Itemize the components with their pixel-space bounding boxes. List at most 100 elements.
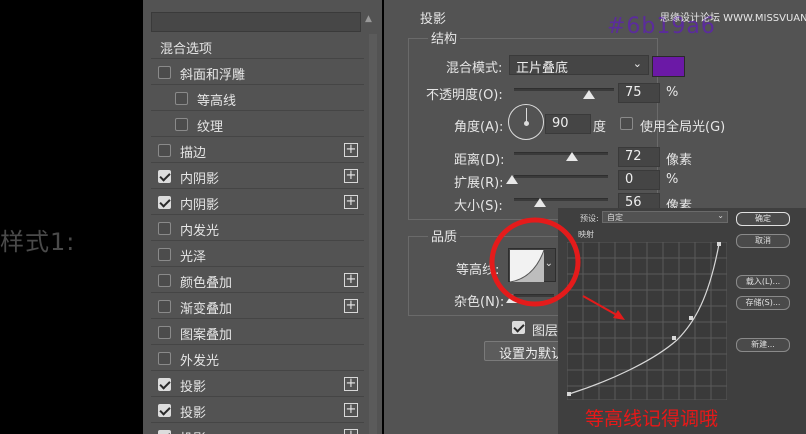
contour-picker[interactable]: ⌄ bbox=[508, 248, 556, 282]
style-checkbox[interactable] bbox=[158, 300, 171, 313]
style-list-header-strip bbox=[151, 12, 361, 32]
add-effect-plus-icon[interactable]: + bbox=[344, 299, 358, 313]
style-checkbox[interactable] bbox=[158, 196, 171, 209]
angle-label: 角度(A): bbox=[454, 120, 504, 135]
scroll-up-arrow-icon[interactable]: ▲ bbox=[365, 14, 372, 24]
style-list-item[interactable]: 内阴影 + bbox=[151, 164, 364, 189]
style-list-item[interactable]: 光泽 bbox=[151, 242, 364, 267]
style-item-label: 渐变叠加 bbox=[180, 302, 233, 317]
quality-title: 品质 bbox=[428, 226, 461, 245]
style-checkbox[interactable] bbox=[158, 248, 171, 261]
style-list-item[interactable]: 内发光 bbox=[151, 216, 364, 241]
distance-label: 距离(D): bbox=[454, 153, 505, 168]
style-list-item[interactable]: 渐变叠加 + bbox=[151, 294, 364, 319]
spread-slider[interactable] bbox=[514, 175, 608, 178]
spread-label: 扩展(R): bbox=[454, 176, 504, 191]
blend-mode-select[interactable]: 正片叠底 ⌄ bbox=[509, 55, 649, 76]
style-item-label: 投影 bbox=[180, 428, 206, 434]
distance-slider-knob[interactable] bbox=[566, 152, 578, 161]
style-list-item[interactable]: 投影 + bbox=[151, 372, 364, 397]
style-item-label: 描边 bbox=[180, 146, 207, 161]
contour-note: 等高线记得调哦 bbox=[585, 408, 719, 430]
contour-label: 等高线: bbox=[456, 263, 500, 278]
size-slider[interactable] bbox=[514, 198, 608, 201]
size-label: 大小(S): bbox=[454, 199, 503, 214]
style-list-item[interactable]: 投影 + bbox=[151, 424, 364, 434]
load-button[interactable]: 载入(L)... bbox=[736, 275, 790, 289]
chevron-down-icon: ⌄ bbox=[544, 258, 553, 269]
add-effect-plus-icon[interactable]: + bbox=[344, 403, 358, 417]
noise-slider-knob[interactable] bbox=[506, 294, 518, 303]
style-list-item[interactable]: 斜面和浮雕 bbox=[151, 60, 364, 85]
shadow-color-swatch[interactable] bbox=[652, 56, 685, 77]
spread-slider-knob[interactable] bbox=[506, 175, 518, 184]
contour-editor-dialog: 预设: 自定 ⌄ 映射 确定 取消 载入(L)... 存储(S)... 新建..… bbox=[558, 208, 806, 434]
style-item-label: 投影 bbox=[180, 380, 207, 395]
opacity-slider[interactable] bbox=[514, 88, 614, 91]
cancel-button[interactable]: 取消 bbox=[736, 234, 790, 248]
preset-label: 预设: bbox=[580, 214, 599, 223]
distance-slider[interactable] bbox=[514, 152, 608, 155]
style-item-label: 投影 bbox=[180, 406, 207, 421]
add-effect-plus-icon[interactable]: + bbox=[344, 429, 358, 434]
style-item-label: 内阴影 bbox=[180, 198, 220, 213]
style-checkbox[interactable] bbox=[158, 430, 171, 434]
style-list-item[interactable]: 外发光 bbox=[151, 346, 364, 371]
style-item-label: 颜色叠加 bbox=[180, 276, 233, 291]
style-list-item[interactable]: 纹理 bbox=[151, 112, 364, 137]
style-item-label: 光泽 bbox=[180, 250, 207, 265]
style-checkbox[interactable] bbox=[158, 222, 171, 235]
style-item-label: 图案叠加 bbox=[180, 328, 233, 343]
spread-input[interactable]: 0 bbox=[618, 170, 660, 190]
add-effect-plus-icon[interactable]: + bbox=[344, 377, 358, 391]
spread-unit: % bbox=[666, 172, 679, 187]
structure-title: 结构 bbox=[428, 28, 461, 47]
style-list-item[interactable]: 内阴影 + bbox=[151, 190, 364, 215]
contour-curve-graph[interactable] bbox=[567, 242, 727, 400]
contour-preview-icon bbox=[510, 250, 544, 282]
global-light-label: 使用全局光(G) bbox=[640, 120, 726, 135]
angle-input[interactable]: 90 bbox=[545, 114, 591, 134]
preset-select[interactable]: 自定 ⌄ bbox=[602, 211, 728, 223]
style-checkbox[interactable] bbox=[158, 378, 171, 391]
add-effect-plus-icon[interactable]: + bbox=[344, 195, 358, 209]
opacity-input[interactable]: 75 bbox=[618, 83, 660, 103]
style-list-item[interactable]: 图案叠加 bbox=[151, 320, 364, 345]
angle-dial[interactable] bbox=[508, 104, 544, 140]
blend-mode-label: 混合模式: bbox=[446, 61, 503, 76]
ok-button[interactable]: 确定 bbox=[736, 212, 790, 226]
global-light-checkbox[interactable] bbox=[620, 117, 633, 130]
style-list-item[interactable]: 混合选项 bbox=[151, 34, 364, 59]
chevron-down-icon: ⌄ bbox=[717, 211, 724, 220]
chevron-down-icon: ⌄ bbox=[632, 57, 642, 70]
new-button[interactable]: 新建... bbox=[736, 338, 790, 352]
style-checkbox[interactable] bbox=[175, 118, 188, 131]
opacity-slider-knob[interactable] bbox=[583, 90, 595, 99]
layer-style-list-panel: ▲ 混合选项 斜面和浮雕 等高线 纹理 描边 + 内阴影 + 内阴影 + 内发光 光泽 颜色叠加 + 渐变叠… bbox=[143, 0, 382, 434]
style-checkbox[interactable] bbox=[158, 352, 171, 365]
blend-mode-value: 正片叠底 bbox=[516, 61, 569, 76]
style-checkbox[interactable] bbox=[158, 144, 171, 157]
noise-slider[interactable] bbox=[514, 294, 554, 297]
style-checkbox[interactable] bbox=[158, 170, 171, 183]
add-effect-plus-icon[interactable]: + bbox=[344, 273, 358, 287]
style-list-item[interactable]: 描边 + bbox=[151, 138, 364, 163]
style-checkbox[interactable] bbox=[158, 404, 171, 417]
size-slider-knob[interactable] bbox=[534, 198, 546, 207]
distance-input[interactable]: 72 bbox=[618, 147, 660, 167]
style-list-scrollbar[interactable] bbox=[369, 34, 377, 434]
style-checkbox[interactable] bbox=[175, 92, 188, 105]
style-checkbox[interactable] bbox=[158, 274, 171, 287]
style-list-item[interactable]: 颜色叠加 + bbox=[151, 268, 364, 293]
style-item-label: 内阴影 bbox=[180, 172, 220, 187]
style-list-item[interactable]: 投影 + bbox=[151, 398, 364, 423]
add-effect-plus-icon[interactable]: + bbox=[344, 143, 358, 157]
style-item-label: 内发光 bbox=[180, 224, 220, 239]
style-list-item[interactable]: 等高线 bbox=[151, 86, 364, 111]
save-button[interactable]: 存储(S)... bbox=[736, 296, 790, 310]
style-checkbox[interactable] bbox=[158, 326, 171, 339]
layer-knockout-checkbox[interactable] bbox=[512, 321, 525, 334]
style-item-label: 斜面和浮雕 bbox=[180, 68, 246, 83]
style-checkbox[interactable] bbox=[158, 66, 171, 79]
add-effect-plus-icon[interactable]: + bbox=[344, 169, 358, 183]
